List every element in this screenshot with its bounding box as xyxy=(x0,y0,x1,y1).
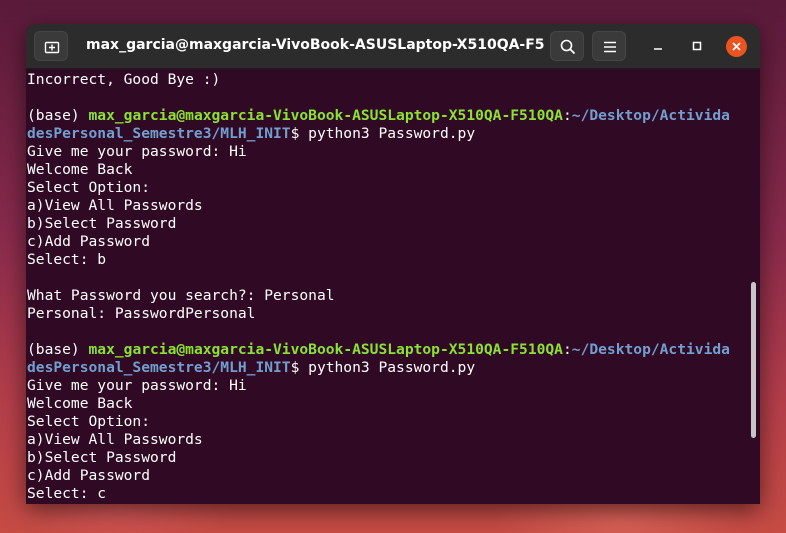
shell-prompt-wrap: desPersonal_Semestre3/MLH_INIT$ python3 … xyxy=(27,359,760,377)
minimize-icon xyxy=(654,48,662,50)
window-title: max_garcia@maxgarcia-VivoBook-ASUSLaptop… xyxy=(86,37,546,53)
output-line: Personal: PasswordPersonal xyxy=(27,305,256,322)
output-line: Give me your password: Hi xyxy=(27,143,247,160)
prompt-colon: : xyxy=(562,341,572,358)
prompt-user-host: max_garcia@maxgarcia-VivoBook-ASUSLaptop… xyxy=(88,341,563,358)
close-icon xyxy=(732,42,741,51)
output-line: Give me your password: Hi xyxy=(27,377,247,394)
hamburger-menu-icon xyxy=(604,41,616,53)
new-tab-icon xyxy=(44,41,60,54)
prompt-path-continued: desPersonal_Semestre3/MLH_INIT xyxy=(27,359,291,376)
conda-env: (base) xyxy=(27,107,89,124)
minimize-button[interactable] xyxy=(648,36,668,56)
output-line: Select Option: xyxy=(27,413,151,430)
output-line: Select: b xyxy=(27,251,107,268)
new-tab-button[interactable] xyxy=(34,31,68,61)
maximize-button[interactable] xyxy=(687,36,707,56)
output-line: a)View All Passwords xyxy=(27,431,203,448)
terminal-window: max_garcia@maxgarcia-VivoBook-ASUSLaptop… xyxy=(26,24,760,504)
prompt-command: $ python3 Password.py xyxy=(290,125,476,142)
shell-prompt: (base) max_garcia@maxgarcia-VivoBook-ASU… xyxy=(27,107,760,125)
output-line: c)Add Password xyxy=(27,233,151,250)
output-line: Welcome Back xyxy=(27,161,133,178)
prompt-path: ~/Desktop/Activida xyxy=(571,107,730,124)
output-line: b)Select Password xyxy=(27,449,177,466)
prompt-path: ~/Desktop/Activida xyxy=(571,341,730,358)
conda-env: (base) xyxy=(27,341,89,358)
prompt-user-host: max_garcia@maxgarcia-VivoBook-ASUSLaptop… xyxy=(88,107,563,124)
terminal-output[interactable]: Incorrect, Good Bye :) (base) max_garcia… xyxy=(26,70,760,504)
output-line: What Password you search?: Personal xyxy=(27,287,335,304)
prompt-colon: : xyxy=(562,107,572,124)
shell-prompt: (base) max_garcia@maxgarcia-VivoBook-ASU… xyxy=(27,341,760,359)
output-line: Select Option: xyxy=(27,179,151,196)
title-bar[interactable]: max_garcia@maxgarcia-VivoBook-ASUSLaptop… xyxy=(26,24,760,69)
prompt-path-continued: desPersonal_Semestre3/MLH_INIT xyxy=(27,125,291,142)
maximize-icon xyxy=(692,41,702,51)
scrollbar-thumb[interactable] xyxy=(751,282,756,438)
menu-button[interactable] xyxy=(592,31,626,61)
output-line: a)View All Passwords xyxy=(27,197,203,214)
output-line: Select: c xyxy=(27,485,107,502)
shell-prompt-wrap: desPersonal_Semestre3/MLH_INIT$ python3 … xyxy=(27,125,760,143)
output-line: b)Select Password xyxy=(27,215,177,232)
search-button[interactable] xyxy=(550,31,584,61)
close-button[interactable] xyxy=(726,36,747,57)
prompt-command: $ python3 Password.py xyxy=(290,359,476,376)
output-line: c)Add Password xyxy=(27,467,151,484)
search-icon xyxy=(560,39,576,55)
output-line: Incorrect, Good Bye :) xyxy=(27,71,221,88)
output-line: Welcome Back xyxy=(27,395,133,412)
